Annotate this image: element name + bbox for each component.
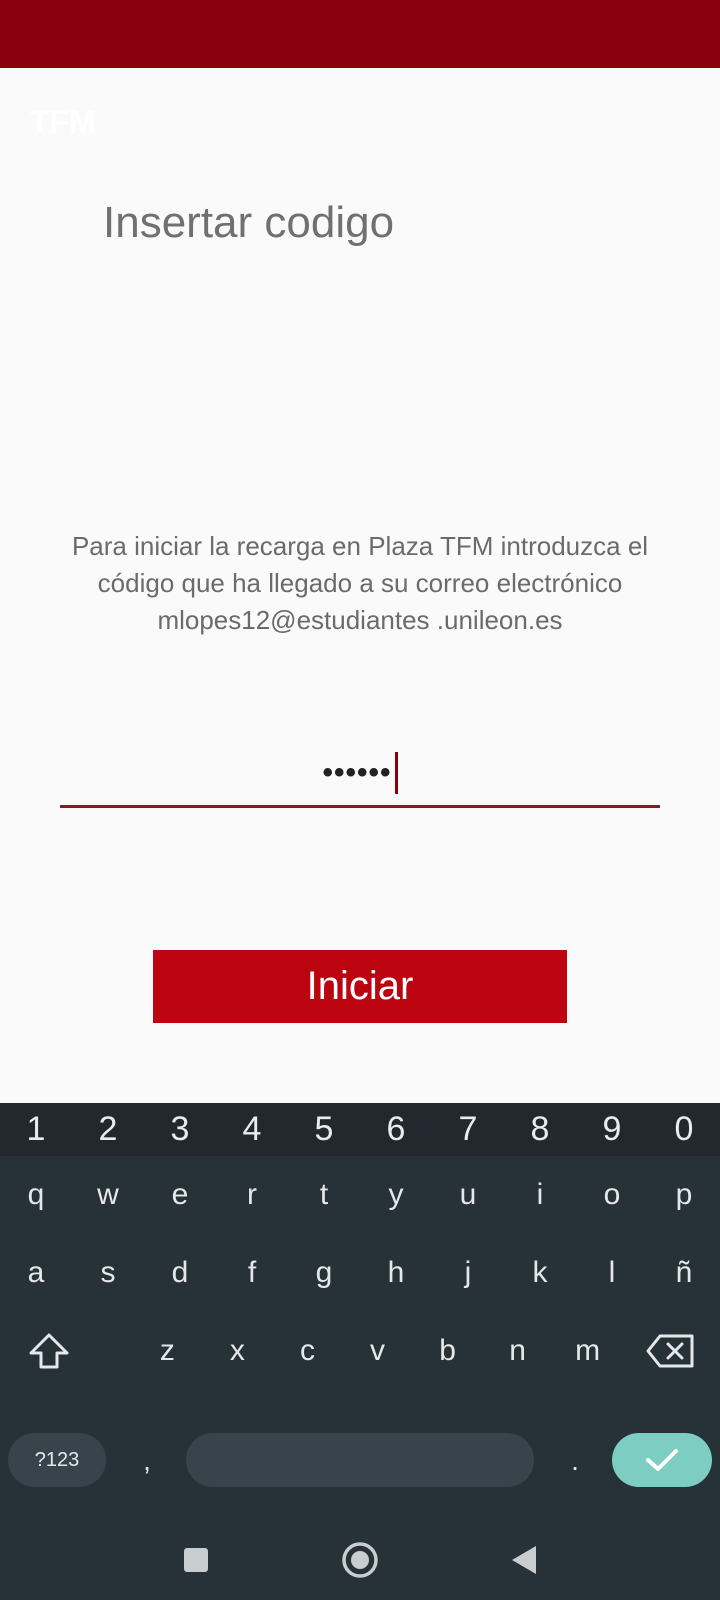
key-z[interactable]: z [132,1312,202,1390]
code-input[interactable]: •••••• [60,740,660,808]
keyboard-row-z: z x c v b n m [0,1312,720,1390]
backspace-icon [646,1334,694,1368]
key-0[interactable]: 0 [648,1103,720,1156]
navigation-bar [0,1520,720,1600]
key-6[interactable]: 6 [360,1103,432,1156]
key-n[interactable]: n [483,1312,553,1390]
key-f[interactable]: f [216,1234,288,1312]
key-t[interactable]: t [288,1156,360,1234]
key-h[interactable]: h [360,1234,432,1312]
key-e[interactable]: e [144,1156,216,1234]
key-8[interactable]: 8 [504,1103,576,1156]
shift-key[interactable] [0,1312,97,1390]
keyboard-row-a: a s d f g h j k l ñ [0,1234,720,1312]
key-b[interactable]: b [413,1312,483,1390]
key-2[interactable]: 2 [72,1103,144,1156]
shift-icon [29,1333,69,1369]
key-r[interactable]: r [216,1156,288,1234]
key-w[interactable]: w [72,1156,144,1234]
symbols-key[interactable]: ?123 [8,1433,106,1487]
app-title: TFM [30,104,96,140]
keyboard-number-row: 1 2 3 4 5 6 7 8 9 0 [0,1103,720,1156]
key-1[interactable]: 1 [0,1103,72,1156]
key-4[interactable]: 4 [216,1103,288,1156]
key-l[interactable]: l [576,1234,648,1312]
period-key[interactable]: . [560,1436,590,1486]
enter-key[interactable] [612,1433,712,1487]
key-x[interactable]: x [202,1312,272,1390]
key-c[interactable]: c [272,1312,342,1390]
back-button[interactable] [502,1538,546,1582]
key-5[interactable]: 5 [288,1103,360,1156]
backspace-key[interactable] [623,1312,720,1390]
key-u[interactable]: u [432,1156,504,1234]
back-icon [512,1546,536,1574]
key-d[interactable]: d [144,1234,216,1312]
code-input-masked-text: •••••• [322,755,392,789]
key-s[interactable]: s [72,1234,144,1312]
key-v[interactable]: v [342,1312,412,1390]
key-q[interactable]: q [0,1156,72,1234]
key-m[interactable]: m [553,1312,623,1390]
key-j[interactable]: j [432,1234,504,1312]
text-caret [394,751,398,794]
instructions-text: Para iniciar la recarga en Plaza TFM int… [71,531,649,635]
space-key[interactable] [186,1433,534,1487]
check-icon [646,1449,678,1471]
key-3[interactable]: 3 [144,1103,216,1156]
key-a[interactable]: a [0,1234,72,1312]
key-k[interactable]: k [504,1234,576,1312]
page-heading: Insertar codigo [103,198,395,247]
key-o[interactable]: o [576,1156,648,1234]
recents-icon [184,1548,208,1572]
key-p[interactable]: p [648,1156,720,1234]
comma-key[interactable]: , [132,1436,162,1486]
recents-button[interactable] [174,1538,218,1582]
home-icon [342,1542,378,1578]
key-9[interactable]: 9 [576,1103,648,1156]
key-7[interactable]: 7 [432,1103,504,1156]
keyboard-row-q: q w e r t y u i o p [0,1156,720,1234]
key-i[interactable]: i [504,1156,576,1234]
code-input-value: •••••• [322,751,398,794]
home-button[interactable] [338,1538,382,1582]
key-y[interactable]: y [360,1156,432,1234]
start-button[interactable]: Iniciar [153,950,567,1023]
key-n-tilde[interactable]: ñ [648,1234,720,1312]
key-g[interactable]: g [288,1234,360,1312]
status-bar [0,0,720,68]
